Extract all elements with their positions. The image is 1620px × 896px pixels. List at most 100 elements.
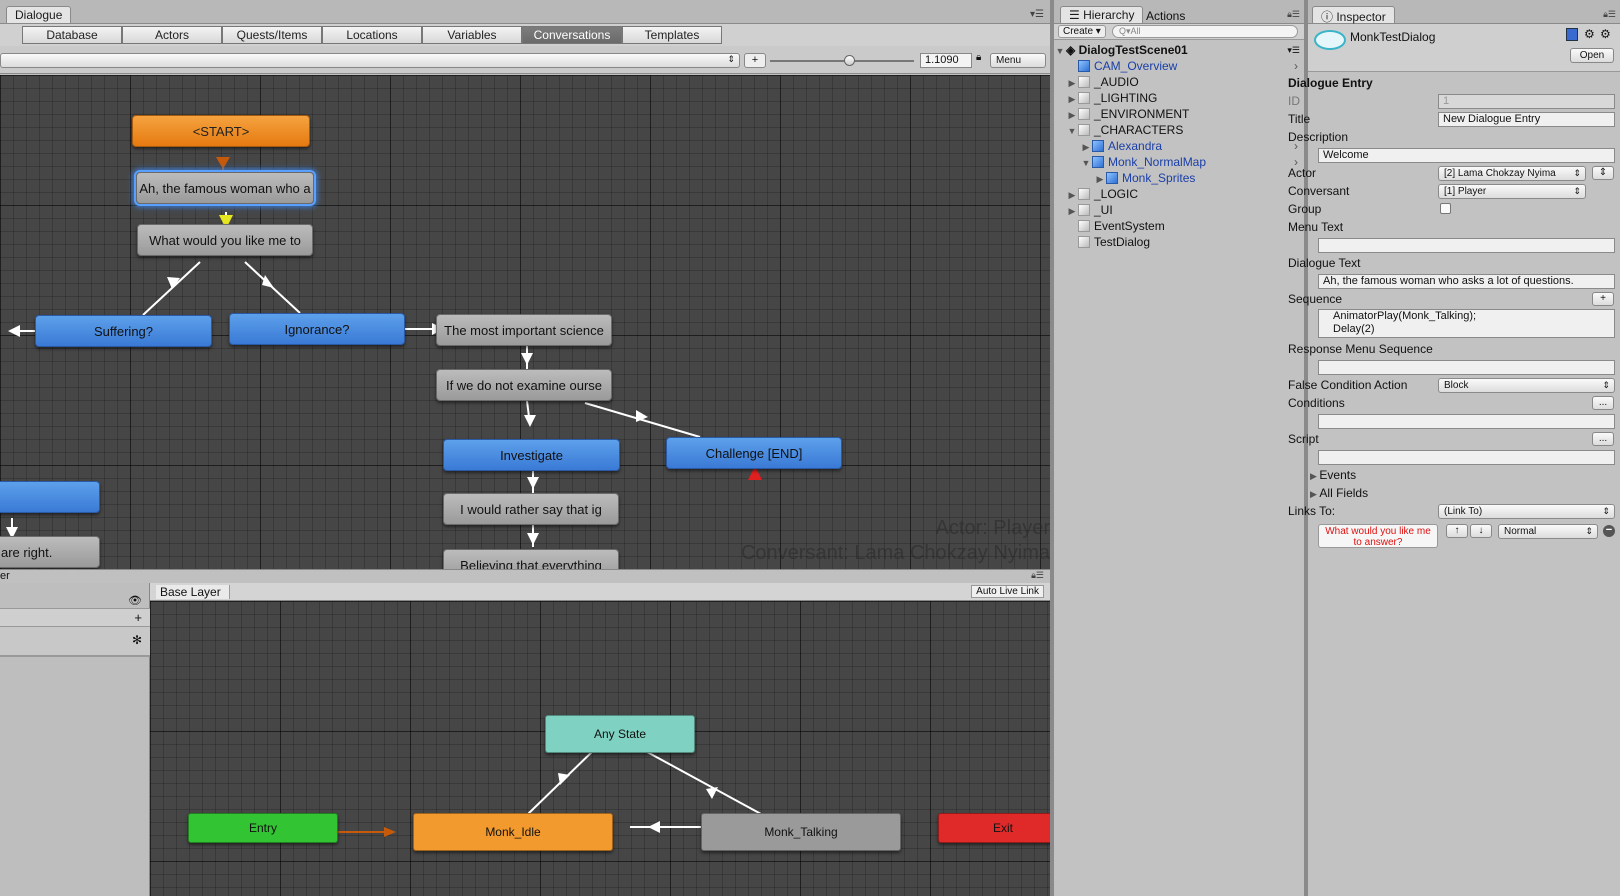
hierarchy-item[interactable]: ▶ _ENVIRONMENT — [1054, 106, 1304, 122]
tab-actors[interactable]: Actors — [122, 26, 222, 44]
node-start[interactable]: <START> — [132, 115, 310, 147]
link-target-button[interactable]: What would you like me to answer? — [1318, 524, 1438, 548]
hierarchy-search[interactable]: Q▾All — [1112, 25, 1298, 38]
expand-triangle-icon[interactable]: ▶ — [1066, 203, 1078, 219]
sequence-field[interactable]: AnimatorPlay(Monk_Talking); Delay(2) — [1318, 309, 1615, 338]
expand-triangle-icon[interactable]: ▼ — [1066, 123, 1078, 139]
description-field[interactable]: Welcome — [1318, 148, 1615, 163]
window-menu-icon[interactable]: 🔒︎☰ — [1287, 9, 1300, 20]
node-what-would-you-like[interactable]: What would you like me to — [137, 224, 313, 256]
node-believing[interactable]: Believing that everything — [443, 549, 619, 569]
lock-icon[interactable]: 🔒︎ — [976, 52, 981, 63]
script-field[interactable] — [1318, 450, 1615, 465]
menu-text-field[interactable] — [1318, 238, 1615, 253]
state-any-state[interactable]: Any State — [545, 715, 695, 753]
menu-button[interactable]: Menu — [990, 53, 1046, 68]
dialogue-node-canvas[interactable]: <START> Ah, the famous woman who a What … — [0, 75, 1050, 569]
move-link-up-button[interactable]: ↑ — [1446, 524, 1468, 538]
hierarchy-item[interactable]: ▼ Monk_NormalMap › — [1054, 154, 1304, 170]
add-node-button[interactable]: + — [744, 53, 766, 68]
group-checkbox[interactable] — [1440, 203, 1451, 214]
zoom-value-field[interactable]: 1.1090 — [920, 53, 972, 68]
state-exit[interactable]: Exit — [938, 813, 1050, 843]
window-menu-icon[interactable]: ▾☰ — [1030, 9, 1044, 20]
help-book-icon[interactable] — [1566, 28, 1578, 41]
tab-templates[interactable]: Templates — [622, 26, 722, 44]
hierarchy-item[interactable]: TestDialog — [1054, 234, 1304, 250]
conversation-select[interactable]: ⇕ — [0, 53, 740, 68]
node-challenge-end[interactable]: Challenge [END] — [666, 437, 842, 469]
chevron-right-icon[interactable]: › — [1294, 58, 1298, 74]
gear-icon[interactable]: ✻ — [132, 633, 142, 647]
zoom-slider-thumb[interactable] — [844, 55, 856, 66]
conditions-wizard-button[interactable]: ... — [1592, 396, 1614, 410]
hierarchy-item[interactable]: CAM_Overview › — [1054, 58, 1304, 74]
hierarchy-item[interactable]: ▶ Monk_Sprites — [1054, 170, 1304, 186]
animator-canvas[interactable]: Any State Entry Monk_Idle Monk_Talking E… — [150, 601, 1050, 896]
node-investigate[interactable]: Investigate — [443, 439, 620, 471]
dialogue-text-field[interactable]: Ah, the famous woman who asks a lot of q… — [1318, 274, 1615, 289]
node-suffering[interactable]: Suffering? — [35, 315, 212, 347]
eye-icon[interactable]: 👁︎ — [128, 594, 142, 607]
hierarchy-tab[interactable]: ☰ Hierarchy — [1060, 6, 1144, 23]
node-i-would-rather[interactable]: I would rather say that ig — [443, 493, 619, 525]
create-dropdown[interactable]: Create ▾ — [1058, 25, 1106, 38]
window-menu-icon[interactable]: ▾☰ — [1287, 42, 1300, 58]
conversant-dropdown[interactable]: [1] Player — [1438, 184, 1586, 199]
tab-database[interactable]: Database — [22, 26, 122, 44]
expand-triangle-icon[interactable]: ▶ — [1066, 107, 1078, 123]
hierarchy-item[interactable]: ▶ _AUDIO — [1054, 74, 1304, 90]
add-layer-button[interactable]: + — [134, 610, 142, 625]
script-wizard-button[interactable]: ... — [1592, 432, 1614, 446]
zoom-slider[interactable] — [770, 55, 914, 66]
tab-quests-items[interactable]: Quests/Items — [222, 26, 322, 44]
dialogue-window-tab[interactable]: Dialogue — [6, 6, 72, 23]
layer-row[interactable]: ✻ — [0, 627, 150, 657]
actions-tab[interactable]: Actions — [1146, 9, 1185, 23]
gear-icon[interactable]: ⚙︎ — [1600, 27, 1611, 41]
hierarchy-item[interactable]: ▶ _UI — [1054, 202, 1304, 218]
hierarchy-item[interactable]: EventSystem — [1054, 218, 1304, 234]
hierarchy-item[interactable]: ▶ _LIGHTING — [1054, 90, 1304, 106]
sequence-add-button[interactable]: + — [1592, 292, 1614, 306]
scene-root[interactable]: ▼ ◈ DialogTestScene01 ▾☰ — [1054, 42, 1304, 58]
remove-link-icon[interactable]: − — [1603, 525, 1615, 537]
events-foldout[interactable]: ▶ Events — [1310, 468, 1356, 482]
node-resolve[interactable]: esolve — [0, 481, 100, 513]
conditions-field[interactable] — [1318, 414, 1615, 429]
window-menu-icon[interactable]: 🔒︎☰ — [1031, 570, 1044, 581]
expand-triangle-icon[interactable]: ▶ — [1066, 187, 1078, 203]
node-are-right[interactable]: are right. — [0, 536, 100, 568]
links-to-dropdown[interactable]: (Link To) — [1438, 504, 1615, 519]
hierarchy-item[interactable]: ▶ Alexandra › — [1054, 138, 1304, 154]
expand-triangle-icon[interactable]: ▼ — [1054, 43, 1066, 59]
link-priority-dropdown[interactable]: Normal — [1498, 524, 1598, 539]
move-link-down-button[interactable]: ↓ — [1470, 524, 1492, 538]
animator-tab-label[interactable]: er — [0, 570, 10, 582]
state-monk-idle[interactable]: Monk_Idle — [413, 813, 613, 851]
open-button[interactable]: Open — [1570, 48, 1614, 63]
node-if-we-do-not-examine[interactable]: If we do not examine ourse — [436, 369, 612, 401]
actor-stepper-button[interactable]: ⇕ — [1592, 166, 1614, 180]
false-condition-dropdown[interactable]: Block — [1438, 378, 1615, 393]
state-monk-talking[interactable]: Monk_Talking — [701, 813, 901, 851]
tab-locations[interactable]: Locations — [322, 26, 422, 44]
node-ignorance[interactable]: Ignorance? — [229, 313, 405, 345]
title-field[interactable]: New Dialogue Entry — [1438, 112, 1615, 127]
expand-triangle-icon[interactable]: ▼ — [1080, 155, 1092, 171]
state-entry[interactable]: Entry — [188, 813, 338, 843]
breadcrumb-base-layer[interactable]: Base Layer — [156, 585, 230, 599]
hierarchy-item[interactable]: ▶ _LOGIC — [1054, 186, 1304, 202]
actor-dropdown[interactable]: [2] Lama Chokzay Nyima — [1438, 166, 1586, 181]
expand-triangle-icon[interactable]: ▶ — [1066, 91, 1078, 107]
node-most-important-science[interactable]: The most important science — [436, 314, 612, 346]
expand-triangle-icon[interactable]: ▶ — [1310, 489, 1319, 499]
inspector-tab[interactable]: ⓘ Inspector — [1312, 6, 1395, 24]
hierarchy-item[interactable]: ▼ _CHARACTERS — [1054, 122, 1304, 138]
expand-triangle-icon[interactable]: ▶ — [1080, 139, 1092, 155]
response-menu-field[interactable] — [1318, 360, 1615, 375]
tab-variables[interactable]: Variables — [422, 26, 522, 44]
expand-triangle-icon[interactable]: ▶ — [1066, 75, 1078, 91]
node-famous-woman[interactable]: Ah, the famous woman who a — [136, 172, 314, 204]
window-menu-icon[interactable]: 🔒︎☰ — [1603, 9, 1616, 20]
